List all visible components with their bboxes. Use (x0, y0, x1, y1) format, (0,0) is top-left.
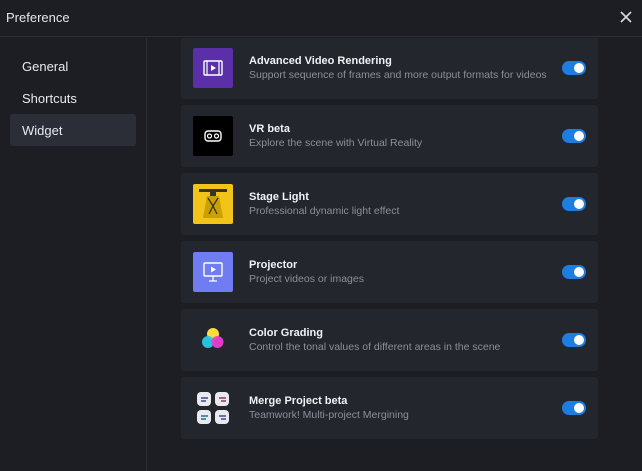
widget-card-vr: VR beta Explore the scene with Virtual R… (181, 105, 598, 167)
sidebar-item-shortcuts[interactable]: Shortcuts (10, 82, 136, 114)
widget-toggle[interactable] (562, 129, 586, 143)
widget-list: Advanced Video Rendering Support sequenc… (148, 38, 642, 471)
toggle-knob (574, 131, 584, 141)
film-icon (193, 48, 233, 88)
widget-card-projector: Projector Project videos or images (181, 241, 598, 303)
close-icon[interactable] (618, 9, 634, 25)
window-title: Preference (6, 10, 70, 25)
widget-toggle[interactable] (562, 61, 586, 75)
toggle-knob (574, 335, 584, 345)
widget-toggle[interactable] (562, 333, 586, 347)
stage-light-icon (193, 184, 233, 224)
title-bar: Preference (0, 0, 642, 37)
projector-icon (193, 252, 233, 292)
widget-title: Projector (249, 259, 298, 271)
widget-title: Stage Light (249, 191, 309, 203)
widget-card-advanced-video-rendering: Advanced Video Rendering Support sequenc… (181, 38, 598, 99)
widget-title: VR beta (249, 123, 290, 135)
toggle-knob (574, 267, 584, 277)
vr-headset-icon (193, 116, 233, 156)
widget-description: Professional dynamic light effect (249, 205, 400, 217)
merge-hands-icon (193, 388, 233, 428)
widget-description: Teamwork! Multi-project Mergining (249, 409, 409, 421)
sidebar-item-label: Widget (22, 123, 63, 138)
color-circles-icon (193, 320, 233, 360)
sidebar-item-label: General (22, 59, 69, 74)
toggle-knob (574, 403, 584, 413)
widget-toggle[interactable] (562, 401, 586, 415)
toggle-knob (574, 63, 584, 73)
widget-card-color-grading: Color Grading Control the tonal values o… (181, 309, 598, 371)
sidebar-item-general[interactable]: General (10, 50, 136, 82)
sidebar-item-label: Shortcuts (22, 91, 77, 106)
widget-title: Advanced Video Rendering (249, 55, 392, 67)
widget-description: Support sequence of frames and more outp… (249, 69, 547, 81)
toggle-knob (574, 199, 584, 209)
widget-title: Merge Project beta (249, 395, 348, 407)
widget-description: Control the tonal values of different ar… (249, 341, 501, 353)
widget-toggle[interactable] (562, 197, 586, 211)
widget-card-merge-project: Merge Project beta Teamwork! Multi-proje… (181, 377, 598, 439)
sidebar-item-widget[interactable]: Widget (10, 114, 136, 146)
widget-toggle[interactable] (562, 265, 586, 279)
sidebar: General Shortcuts Widget (0, 38, 147, 471)
widget-card-stage-light: Stage Light Professional dynamic light e… (181, 173, 598, 235)
widget-description: Explore the scene with Virtual Reality (249, 137, 423, 149)
widget-title: Color Grading (249, 327, 323, 339)
widget-description: Project videos or images (249, 273, 364, 285)
